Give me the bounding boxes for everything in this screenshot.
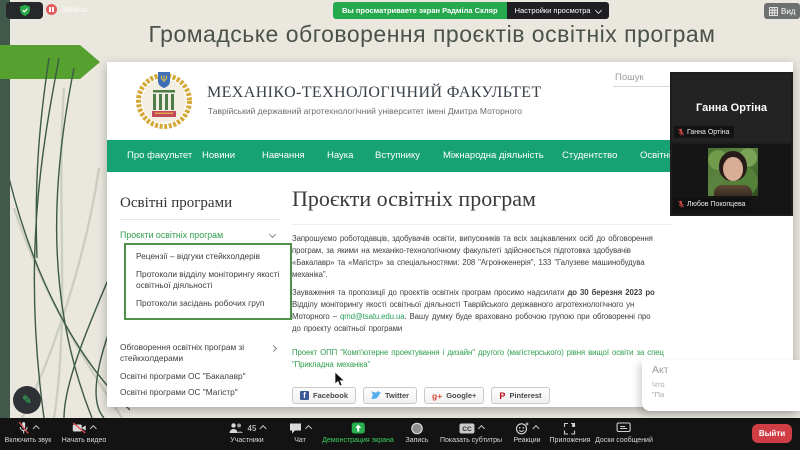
chevron-down-icon: [268, 230, 277, 239]
record-button[interactable]: Запись: [406, 421, 428, 444]
sidebar-divider: [120, 219, 280, 220]
chevron-right-icon: [269, 344, 278, 353]
background-popup: Акт Что "Па: [642, 360, 800, 411]
university-logo: Ψ: [136, 72, 192, 129]
submenu-item-reviews[interactable]: Рецензії – відгуки стейкхолдерів: [136, 251, 286, 262]
nav-item-applicant[interactable]: Вступнику: [375, 150, 420, 161]
sidebar-heading: Освітні програми: [120, 195, 233, 211]
svg-text:CC: CC: [462, 426, 472, 433]
participant-display-name: Ганна Ортіна: [695, 102, 767, 114]
participants-icon: [229, 423, 244, 433]
security-badge[interactable]: [6, 2, 43, 19]
mic-muted-red-icon: [678, 200, 684, 207]
apps-button[interactable]: Приложения: [550, 421, 590, 444]
chevron-up-icon[interactable]: [32, 424, 40, 432]
pinterest-icon: P: [499, 390, 506, 401]
recording-indicator: Запись: [46, 4, 87, 15]
whiteboards-button[interactable]: Доски сообщений: [595, 421, 653, 444]
paragraph-2: Зауваження та пропозиції до проєктів осв…: [292, 288, 655, 333]
slide-title: Громадське обговорення проєктів освітніх…: [148, 21, 716, 47]
sidebar-item-master[interactable]: Освітні програми ОС "Магістр": [120, 387, 238, 398]
nav-item-news[interactable]: Новини: [202, 150, 235, 161]
social-share-row: f Facebook Twitter g+ Google+ P Pinteres…: [292, 387, 550, 404]
site-title: МЕХАНІКО-ТЕХНОЛОГІЧНИЙ ФАКУЛЬТЕТ: [207, 84, 542, 101]
chevron-up-icon[interactable]: [477, 424, 485, 432]
email-link[interactable]: qmd@tsatu.edu.ua: [340, 312, 405, 321]
zoom-meeting-window: Громадське обговорення проєктів освітніх…: [0, 0, 800, 450]
popup-fragment: "Па: [652, 390, 665, 399]
apps-icon: [564, 422, 576, 435]
sidebar-submenu: Рецензії – відгуки стейкхолдерів Протоко…: [124, 243, 292, 320]
pencil-icon: ✎: [21, 393, 33, 407]
nav-item-international[interactable]: Міжнародна діяльність: [443, 150, 544, 161]
mic-muted-red-icon: [678, 128, 684, 135]
mouse-cursor: [334, 372, 346, 387]
svg-text:Ψ: Ψ: [160, 75, 167, 85]
nav-item-science[interactable]: Наука: [327, 150, 353, 161]
recording-label: Запись: [61, 5, 88, 14]
name-chip: Любов Покопцева: [674, 198, 750, 210]
recording-icon: [46, 4, 57, 15]
popup-fragment: Что: [652, 380, 665, 389]
popup-fragment: Акт: [652, 364, 669, 376]
page-title: Проєкти освітніх програм: [292, 186, 536, 211]
submenu-item-protocols[interactable]: Протоколи відділу моніторингу якості осв…: [136, 269, 286, 291]
camera-muted-icon: [72, 422, 86, 434]
submenu-item-workgroups[interactable]: Протоколи засідань робочих груп: [136, 298, 286, 309]
grid-view-icon: [769, 6, 778, 16]
video-tile-ganna[interactable]: Ганна Ортіна Ганна Ортіна: [672, 74, 791, 142]
facebook-share-button[interactable]: f Facebook: [292, 387, 357, 404]
twitter-icon: [371, 391, 382, 399]
captions-button[interactable]: CC Показать субтитры: [440, 421, 502, 444]
chevron-down-icon: [594, 6, 602, 15]
googleplus-icon: g+: [432, 390, 443, 401]
participants-video-panel: Ганна Ортіна Ганна Ортіна Любов Покопцев…: [670, 72, 793, 216]
participants-button[interactable]: 45 Участники: [229, 421, 267, 444]
whiteboard-icon: [616, 422, 632, 433]
deadline-text: до 30 березня 2023 ро: [567, 288, 655, 297]
nav-item-study[interactable]: Навчання: [262, 150, 305, 161]
start-video-button[interactable]: Начать видео: [62, 421, 106, 444]
record-icon: [411, 422, 423, 434]
sidebar-item-bachelor[interactable]: Освітні програми ОС "Бакалавр": [120, 371, 246, 382]
unmute-button[interactable]: Включить звук: [5, 421, 51, 444]
participant-video-frame: [708, 148, 758, 196]
sidebar-item-discussion[interactable]: Обговорення освітніх програм зі стейкхол…: [120, 342, 268, 364]
chat-icon: [290, 423, 301, 434]
cc-icon: CC: [458, 423, 474, 433]
leave-meeting-button[interactable]: Выйти: [752, 424, 792, 443]
sidebar-item-projects[interactable]: Проєкти освітніх програм: [120, 230, 223, 240]
meeting-toolbar: Включить звук Начать видео 45 Участники …: [0, 418, 800, 450]
name-chip: Ганна Ортіна: [674, 126, 734, 138]
chevron-up-icon[interactable]: [304, 424, 313, 432]
chat-button[interactable]: Чат: [289, 421, 313, 444]
chevron-up-icon[interactable]: [532, 424, 540, 432]
chevron-up-icon[interactable]: [89, 424, 98, 432]
facebook-icon: f: [300, 391, 309, 400]
view-button[interactable]: Вид: [764, 3, 800, 19]
screen-share-icon: [351, 422, 365, 434]
reactions-button[interactable]: Реакции: [513, 421, 541, 444]
viewing-screen-banner: Вы просматриваете экран Радміла Скляр: [333, 2, 507, 19]
opp-project-link[interactable]: Проект ОПП "Комп'ютерне проектування і д…: [292, 348, 674, 372]
view-settings-button[interactable]: Настройки просмотра: [506, 2, 609, 19]
share-screen-button[interactable]: Демонстрация экрана: [322, 421, 394, 444]
title-divider: [292, 224, 673, 225]
nav-item-faculty[interactable]: Про факультет: [127, 150, 192, 161]
video-tile-lyubov[interactable]: Любов Покопцева: [672, 144, 791, 214]
site-subtitle: Таврійський державний агротехнологічний …: [208, 106, 522, 116]
mic-muted-icon: [18, 421, 29, 434]
annotate-button[interactable]: ✎: [13, 386, 41, 414]
chevron-up-icon[interactable]: [259, 424, 267, 432]
shield-check-icon: [19, 4, 30, 16]
pinterest-share-button[interactable]: P Pinterest: [491, 387, 550, 404]
twitter-share-button[interactable]: Twitter: [363, 387, 418, 404]
nav-item-students[interactable]: Студентство: [562, 150, 617, 161]
paragraph-1: Запрошуємо роботодавців, здобувачів осві…: [292, 234, 653, 279]
smiley-icon: [515, 422, 529, 434]
participants-count: 45: [247, 423, 257, 433]
googleplus-share-button[interactable]: g+ Google+: [424, 387, 485, 404]
